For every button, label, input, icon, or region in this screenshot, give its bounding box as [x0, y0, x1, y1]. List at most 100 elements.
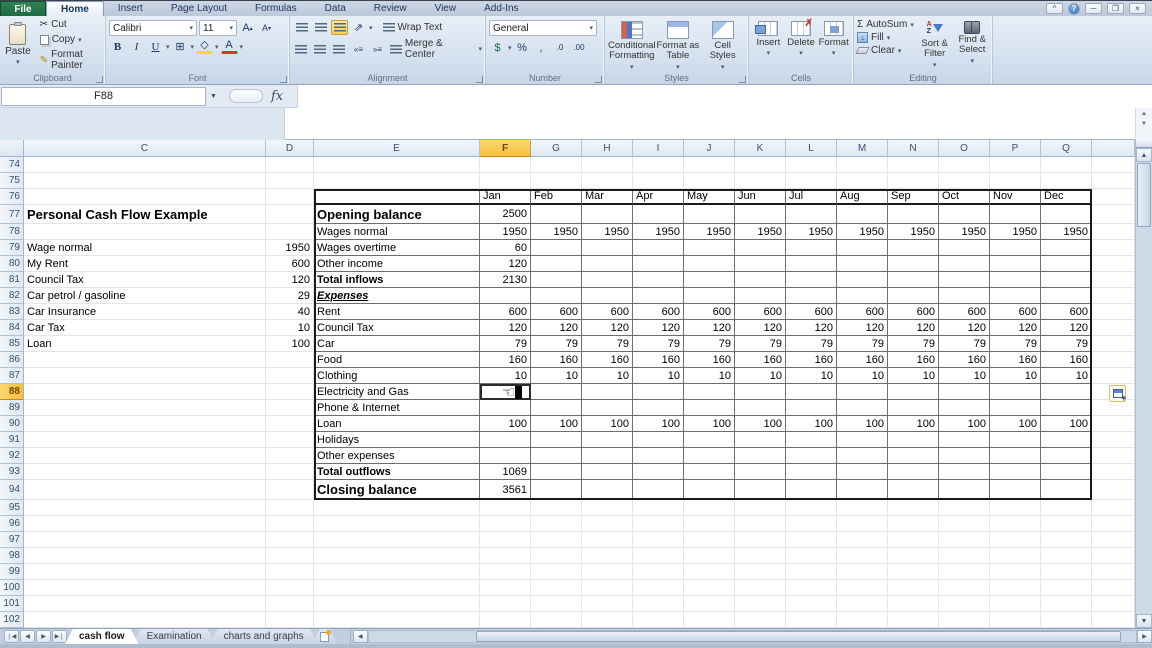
column-header-M[interactable]: M — [837, 140, 888, 157]
borders-button[interactable]: ⊞ — [172, 39, 189, 54]
cell-E94[interactable]: Closing balance — [314, 480, 480, 500]
cell-I79[interactable] — [633, 240, 684, 256]
cell-J79[interactable] — [684, 240, 735, 256]
row-header-102[interactable]: 102 — [0, 612, 24, 628]
cell-N81[interactable] — [888, 272, 939, 288]
cell-O89[interactable] — [939, 400, 990, 416]
hscroll-right-icon[interactable]: ▶ — [1137, 630, 1152, 643]
paste-button[interactable]: Paste▾ — [3, 18, 33, 72]
column-header-I[interactable]: I — [633, 140, 684, 157]
row-header-74[interactable]: 74 — [0, 157, 24, 173]
cell-L100[interactable] — [786, 580, 837, 596]
cell-M100[interactable] — [837, 580, 888, 596]
cell-E98[interactable] — [314, 548, 480, 564]
cell-N101[interactable] — [888, 596, 939, 612]
cell-K74[interactable] — [735, 157, 786, 173]
cell-N95[interactable] — [888, 500, 939, 516]
column-header-partial[interactable] — [1092, 140, 1135, 157]
cell-G78[interactable]: 1950 — [531, 224, 582, 240]
cell-C88[interactable] — [24, 384, 266, 400]
cell-P89[interactable] — [990, 400, 1041, 416]
formula-scroll-down-icon[interactable]: ▼ — [1141, 121, 1147, 127]
cell-D96[interactable] — [266, 516, 314, 532]
cell-I90[interactable]: 100 — [633, 416, 684, 432]
align-right-button[interactable] — [331, 42, 348, 57]
row-header-78[interactable]: 78 — [0, 224, 24, 240]
cell-D92[interactable] — [266, 448, 314, 464]
scroll-up-icon[interactable]: ▲ — [1136, 148, 1152, 162]
cell-R89[interactable] — [1092, 400, 1135, 416]
cell-E76[interactable] — [314, 189, 480, 205]
cell-C95[interactable] — [24, 500, 266, 516]
cell-M89[interactable] — [837, 400, 888, 416]
cell-N89[interactable] — [888, 400, 939, 416]
cell-I84[interactable]: 120 — [633, 320, 684, 336]
cell-J98[interactable] — [684, 548, 735, 564]
cell-G90[interactable]: 100 — [531, 416, 582, 432]
cell-O102[interactable] — [939, 612, 990, 628]
cell-I89[interactable] — [633, 400, 684, 416]
conditional-formatting-button[interactable]: Conditional Formatting▾ — [608, 19, 656, 72]
cell-G75[interactable] — [531, 173, 582, 189]
cell-Q90[interactable]: 100 — [1041, 416, 1092, 432]
cell-F97[interactable] — [480, 532, 531, 548]
cell-I82[interactable] — [633, 288, 684, 304]
cell-C79[interactable]: Wage normal — [24, 240, 266, 256]
fill-color-button[interactable]: ◇ — [196, 39, 213, 54]
cell-M78[interactable]: 1950 — [837, 224, 888, 240]
cell-E75[interactable] — [314, 173, 480, 189]
row-header-94[interactable]: 94 — [0, 480, 24, 500]
tab-add-ins[interactable]: Add-Ins — [470, 1, 532, 16]
cell-N97[interactable] — [888, 532, 939, 548]
row-header-91[interactable]: 91 — [0, 432, 24, 448]
cell-E74[interactable] — [314, 157, 480, 173]
cell-Q98[interactable] — [1041, 548, 1092, 564]
cell-I92[interactable] — [633, 448, 684, 464]
cell-G96[interactable] — [531, 516, 582, 532]
cell-K79[interactable] — [735, 240, 786, 256]
insert-cells-button[interactable]: Insert▾ — [752, 19, 785, 58]
cell-K78[interactable]: 1950 — [735, 224, 786, 240]
cell-G92[interactable] — [531, 448, 582, 464]
cell-F88[interactable] — [480, 384, 531, 400]
restore-icon[interactable]: ❐ — [1107, 3, 1124, 14]
cell-M102[interactable] — [837, 612, 888, 628]
cell-F85[interactable]: 79 — [480, 336, 531, 352]
cell-J86[interactable]: 160 — [684, 352, 735, 368]
cell-H94[interactable] — [582, 480, 633, 500]
orientation-button[interactable]: ⇗ — [350, 20, 367, 35]
cell-J101[interactable] — [684, 596, 735, 612]
cell-K84[interactable]: 120 — [735, 320, 786, 336]
cell-J87[interactable]: 10 — [684, 368, 735, 384]
merge-center-button[interactable]: Merge & Center▾ — [390, 38, 482, 60]
cell-M83[interactable]: 600 — [837, 304, 888, 320]
cell-Q93[interactable] — [1041, 464, 1092, 480]
cell-K89[interactable] — [735, 400, 786, 416]
cell-H80[interactable] — [582, 256, 633, 272]
cell-P75[interactable] — [990, 173, 1041, 189]
cell-H91[interactable] — [582, 432, 633, 448]
cell-M84[interactable]: 120 — [837, 320, 888, 336]
cell-H81[interactable] — [582, 272, 633, 288]
cell-C83[interactable]: Car Insurance — [24, 304, 266, 320]
cell-G76[interactable]: Feb — [531, 189, 582, 205]
cell-G102[interactable] — [531, 612, 582, 628]
cell-K101[interactable] — [735, 596, 786, 612]
cell-O76[interactable]: Oct — [939, 189, 990, 205]
column-header-J[interactable]: J — [684, 140, 735, 157]
cell-R97[interactable] — [1092, 532, 1135, 548]
font-color-button[interactable]: A — [221, 39, 238, 54]
cell-F77[interactable]: 2500 — [480, 205, 531, 224]
cell-C77[interactable]: Personal Cash Flow Example — [24, 205, 266, 224]
cell-F94[interactable]: 3561 — [480, 480, 531, 500]
cell-F98[interactable] — [480, 548, 531, 564]
cell-J99[interactable] — [684, 564, 735, 580]
cell-K77[interactable] — [735, 205, 786, 224]
cell-R101[interactable] — [1092, 596, 1135, 612]
cut-button[interactable]: ✂Cut — [37, 18, 102, 31]
cell-F100[interactable] — [480, 580, 531, 596]
cell-K100[interactable] — [735, 580, 786, 596]
tab-file[interactable]: File — [0, 1, 46, 16]
cell-C81[interactable]: Council Tax — [24, 272, 266, 288]
cell-D76[interactable] — [266, 189, 314, 205]
